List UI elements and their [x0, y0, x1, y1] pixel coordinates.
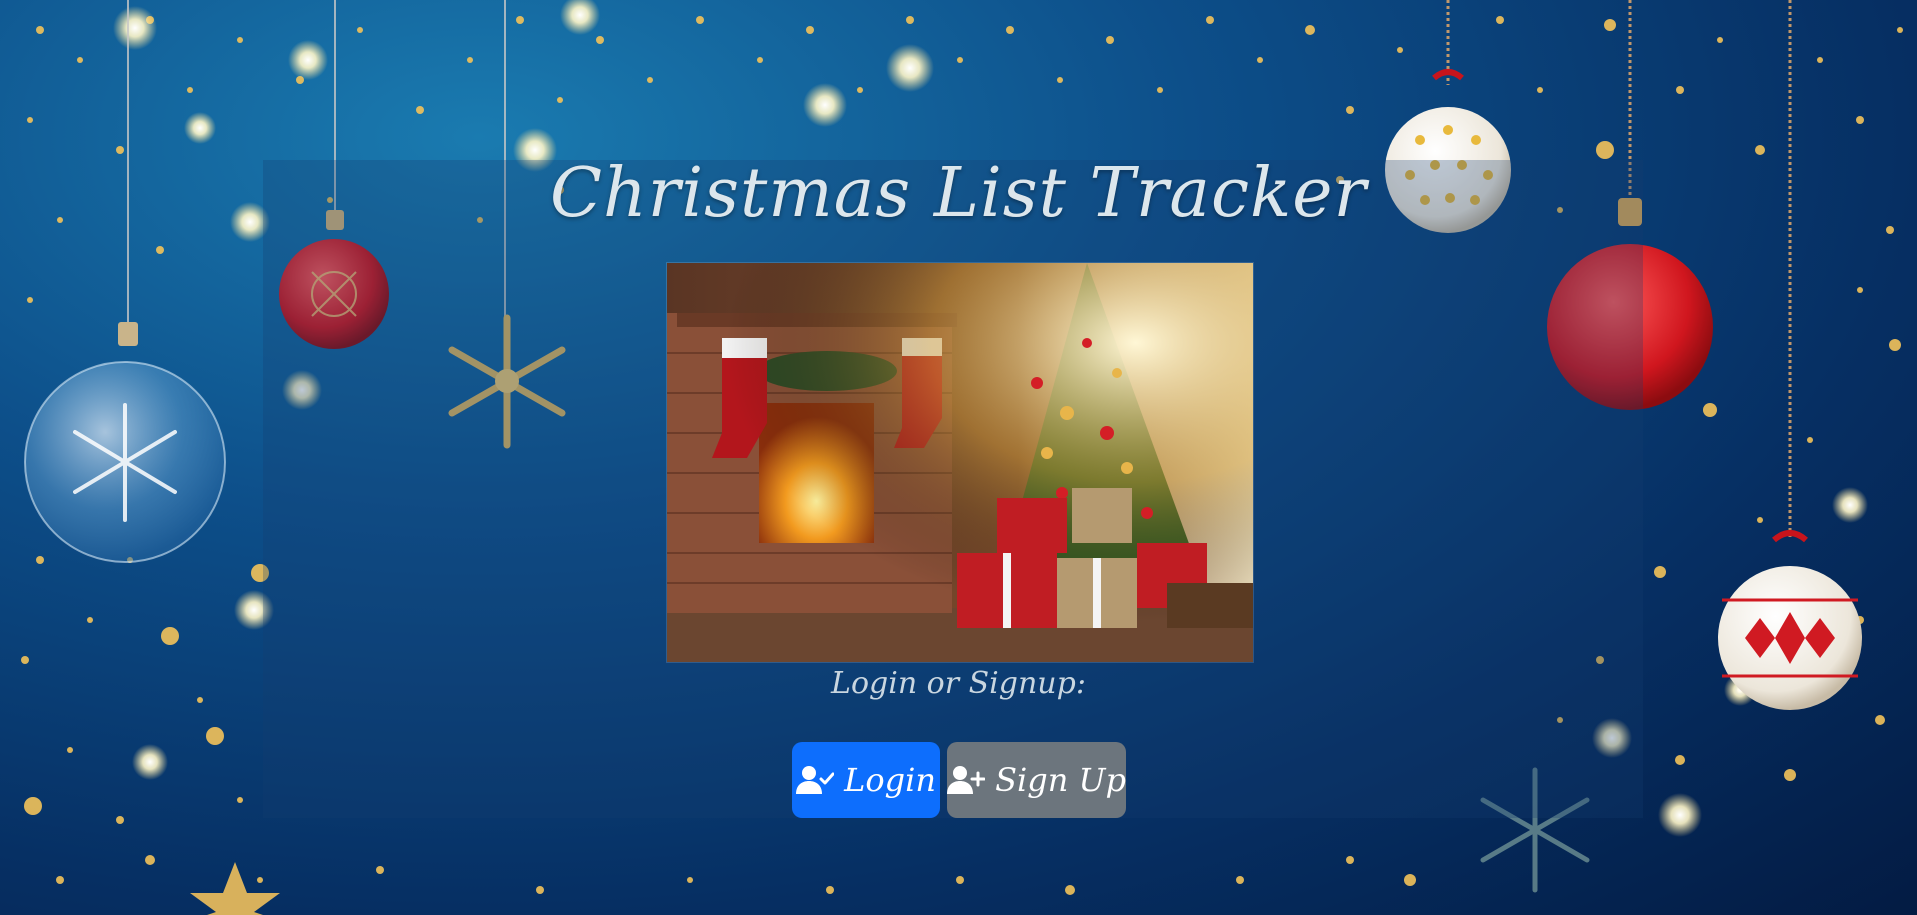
- page-title: Christmas List Tracker: [549, 154, 1367, 233]
- login-prompt: Login or Signup:: [831, 666, 1086, 701]
- user-check-icon: [796, 766, 835, 794]
- signup-button-label: Sign Up: [995, 761, 1126, 799]
- signup-button[interactable]: Sign Up: [947, 742, 1126, 818]
- login-button-label: Login: [844, 761, 936, 799]
- user-plus-icon: [947, 766, 986, 794]
- login-button[interactable]: Login: [792, 742, 940, 818]
- hero-image: [666, 262, 1254, 663]
